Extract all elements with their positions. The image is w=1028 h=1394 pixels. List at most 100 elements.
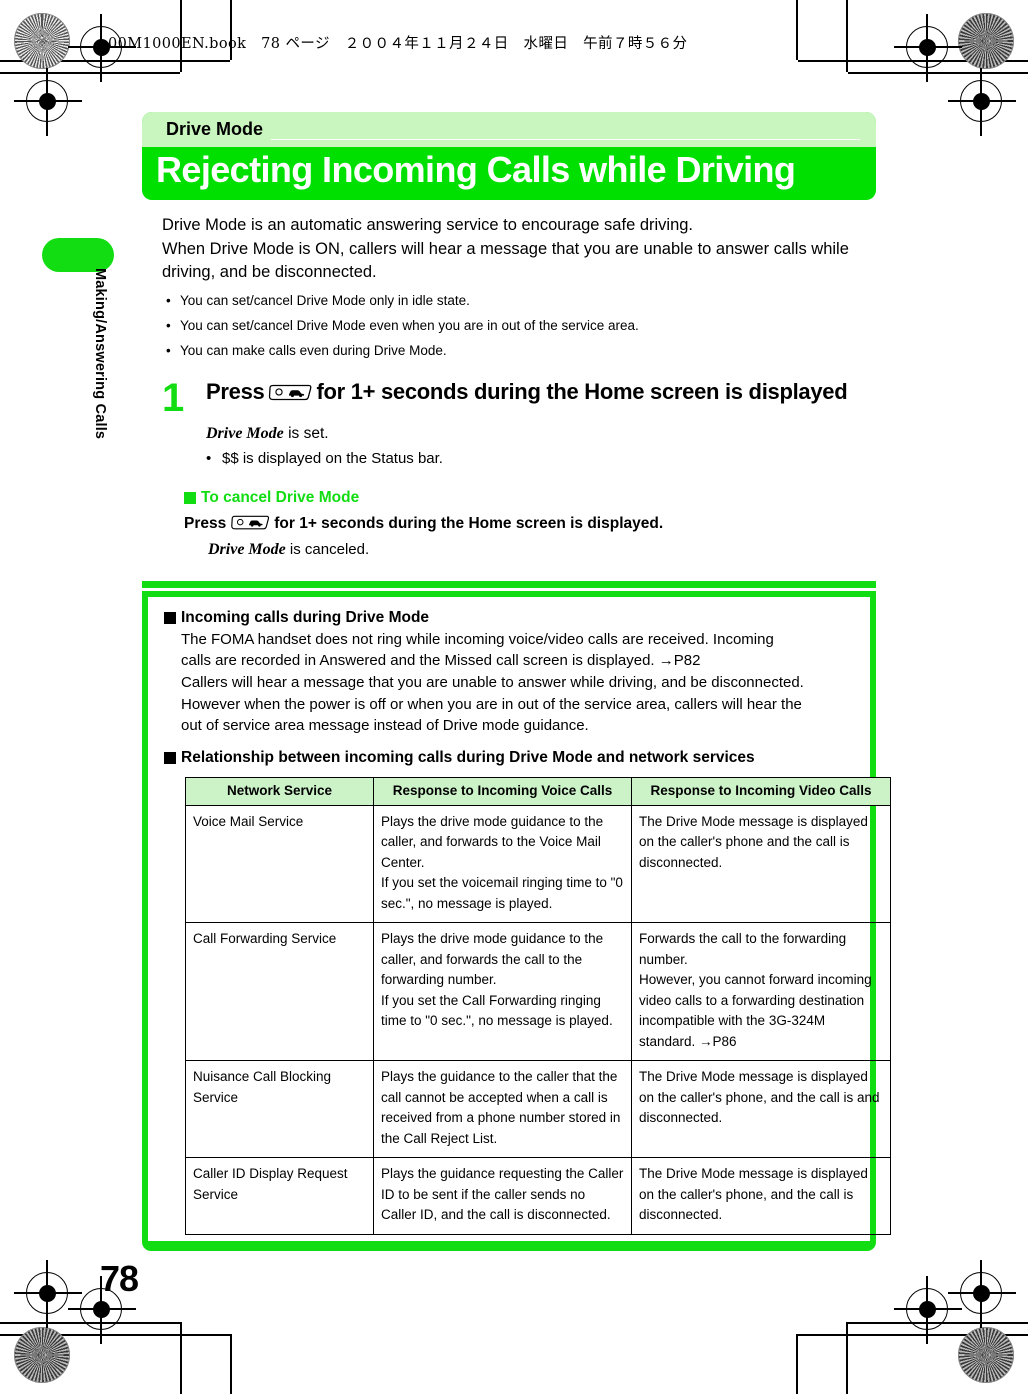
note-heading-1-text: Incoming calls during Drive Mode bbox=[181, 608, 430, 626]
step-result-rest: is set. bbox=[283, 424, 329, 442]
cancel-section-heading: To cancel Drive Mode bbox=[184, 489, 876, 507]
page-content: Drive Mode Rejecting Incoming Calls whil… bbox=[142, 112, 891, 1251]
list-item: • You can make calls even during Drive M… bbox=[162, 341, 876, 361]
registration-starburst-icon bbox=[14, 13, 70, 69]
network-services-table: Network Service Response to Incoming Voi… bbox=[185, 776, 891, 1235]
intro-bullet-list: • You can set/cancel Drive Mode only in … bbox=[142, 291, 876, 362]
cancel-instruction: Press for 1+ seconds during the Home scr… bbox=[184, 513, 876, 538]
list-item: • You can set/cancel Drive Mode only in … bbox=[162, 291, 876, 311]
cell-service-name: Voice Mail Service bbox=[185, 804, 374, 924]
cancel-result: Drive Mode is canceled. bbox=[184, 541, 876, 559]
registration-target-icon bbox=[14, 1260, 82, 1328]
page-number: 78 bbox=[100, 1258, 139, 1299]
bullet-dot-icon: • bbox=[166, 343, 171, 359]
intro-line-3: driving, and be disconnected. bbox=[162, 263, 377, 282]
registration-starburst-icon bbox=[958, 1327, 1014, 1383]
cell-service-name: Nuisance Call Blocking Service bbox=[185, 1060, 374, 1159]
note-heading-2: Relationship between incoming calls duri… bbox=[164, 749, 852, 767]
cancel-result-term: Drive Mode bbox=[208, 540, 286, 558]
bullet-dot-icon: • bbox=[166, 317, 171, 333]
bullet-dot-icon: • bbox=[206, 450, 212, 468]
intro-line-2: When Drive Mode is ON, callers will hear… bbox=[162, 239, 849, 258]
note-body-1: The FOMA handset does not ring while inc… bbox=[164, 629, 852, 737]
cell-video-response: The Drive Mode message is displayed on t… bbox=[631, 1157, 891, 1235]
cancel-instruction-suffix: for 1+ seconds during the Home screen is… bbox=[274, 515, 664, 533]
trim-line bbox=[230, 1334, 232, 1394]
black-square-bullet-icon bbox=[164, 611, 176, 624]
table-header-row: Network Service Response to Incoming Voi… bbox=[185, 776, 891, 806]
chapter-label: Making/Answering Calls bbox=[92, 268, 108, 440]
trim-line bbox=[0, 1334, 230, 1336]
trim-line bbox=[0, 72, 180, 74]
step-number: 1 bbox=[162, 376, 185, 421]
registration-starburst-icon bbox=[14, 1327, 70, 1383]
cell-video-response: The Drive Mode message is displayed on t… bbox=[631, 1060, 891, 1159]
column-header-voice-calls: Response to Incoming Voice Calls bbox=[373, 776, 632, 806]
column-header-video-calls: Response to Incoming Video Calls bbox=[631, 776, 891, 806]
step-result: Drive Mode is set. bbox=[206, 423, 876, 445]
note-heading-1: Incoming calls during Drive Mode bbox=[164, 609, 852, 627]
trim-line bbox=[798, 1334, 1028, 1336]
cell-video-response: The Drive Mode message is displayed on t… bbox=[631, 804, 891, 924]
separator-bar-thick bbox=[142, 580, 876, 588]
list-item: • You can set/cancel Drive Mode even whe… bbox=[162, 316, 876, 336]
step-result-term: Drive Mode bbox=[206, 424, 284, 442]
section-kicker-bar: Drive Mode bbox=[142, 112, 876, 147]
drive-mode-key-icon bbox=[229, 515, 271, 538]
trim-line bbox=[0, 1322, 180, 1324]
list-item-text: You can make calls even during Drive Mod… bbox=[180, 343, 447, 359]
trim-line bbox=[796, 1334, 798, 1394]
section-separator bbox=[142, 580, 876, 597]
note-body-line-3: Callers will hear a message that you are… bbox=[181, 674, 804, 692]
trim-line bbox=[848, 72, 1028, 74]
trim-line bbox=[848, 1322, 1028, 1324]
note-heading-2-text: Relationship between incoming calls duri… bbox=[181, 748, 755, 766]
table-row: Caller ID Display Request Service Plays … bbox=[185, 1157, 891, 1235]
drive-mode-key-icon bbox=[267, 382, 313, 408]
note-body-line-1: The FOMA handset does not ring while inc… bbox=[181, 630, 774, 648]
trim-line bbox=[180, 1322, 182, 1394]
black-square-bullet-icon bbox=[164, 751, 176, 764]
cancel-section-heading-text: To cancel Drive Mode bbox=[201, 489, 360, 507]
step-instruction-suffix: for 1+ seconds during the Home screen is… bbox=[316, 379, 848, 405]
notes-box: Incoming calls during Drive Mode The FOM… bbox=[142, 596, 891, 1241]
registration-target-icon bbox=[948, 1260, 1016, 1328]
trim-line bbox=[796, 0, 798, 60]
step-instruction: Press for 1+ seconds during the Home scr… bbox=[206, 379, 876, 408]
registration-target-icon bbox=[894, 14, 962, 82]
registration-target-icon bbox=[14, 68, 82, 136]
cancel-drive-mode-section: To cancel Drive Mode Press for 1+ second… bbox=[142, 489, 876, 559]
procedure-step-1: 1 Press for 1+ seconds during the Home s… bbox=[142, 376, 876, 469]
registration-target-icon bbox=[894, 1276, 962, 1344]
cell-service-name: Call Forwarding Service bbox=[185, 922, 374, 1062]
trim-line bbox=[846, 1322, 848, 1394]
note-body-line-2: calls are recorded in Answered and the M… bbox=[181, 652, 701, 670]
step-sub-note: • $$ is displayed on the Status bar. bbox=[206, 448, 876, 469]
section-title-banner: Drive Mode Rejecting Incoming Calls whil… bbox=[142, 112, 876, 201]
registration-target-icon bbox=[948, 68, 1016, 136]
step-body: Press for 1+ seconds during the Home scr… bbox=[206, 379, 876, 469]
cell-service-name: Caller ID Display Request Service bbox=[185, 1157, 374, 1235]
registration-starburst-icon bbox=[958, 13, 1014, 69]
bullet-dot-icon: • bbox=[166, 292, 171, 308]
intro-paragraph: Drive Mode is an automatic answering ser… bbox=[142, 214, 876, 284]
cancel-result-rest: is canceled. bbox=[285, 540, 370, 558]
cell-voice-response: Plays the drive mode guidance to the cal… bbox=[373, 804, 632, 924]
trim-line bbox=[846, 0, 848, 72]
cell-voice-response: Plays the guidance to the caller that th… bbox=[373, 1060, 632, 1159]
page-title: Rejecting Incoming Calls while Driving bbox=[156, 149, 796, 190]
cell-voice-response: Plays the guidance requesting the Caller… bbox=[373, 1157, 632, 1235]
column-header-network-service: Network Service bbox=[185, 776, 374, 806]
notes-box-footer bbox=[142, 1241, 876, 1251]
step-sub-note-text: $$ is displayed on the Status bar. bbox=[222, 450, 443, 468]
chapter-thumb-tab bbox=[42, 238, 114, 272]
list-item-text: You can set/cancel Drive Mode only in id… bbox=[180, 292, 470, 308]
cancel-instruction-prefix: Press bbox=[184, 515, 227, 533]
section-kicker-text: Drive Mode bbox=[166, 119, 272, 140]
note-body-line-5: out of service area message instead of D… bbox=[181, 717, 589, 735]
cell-video-response: Forwards the call to the forwarding numb… bbox=[631, 922, 891, 1062]
table-row: Nuisance Call Blocking Service Plays the… bbox=[185, 1060, 891, 1159]
green-square-bullet-icon bbox=[184, 492, 196, 505]
step-instruction-prefix: Press bbox=[206, 379, 265, 405]
trim-line bbox=[798, 60, 1028, 62]
